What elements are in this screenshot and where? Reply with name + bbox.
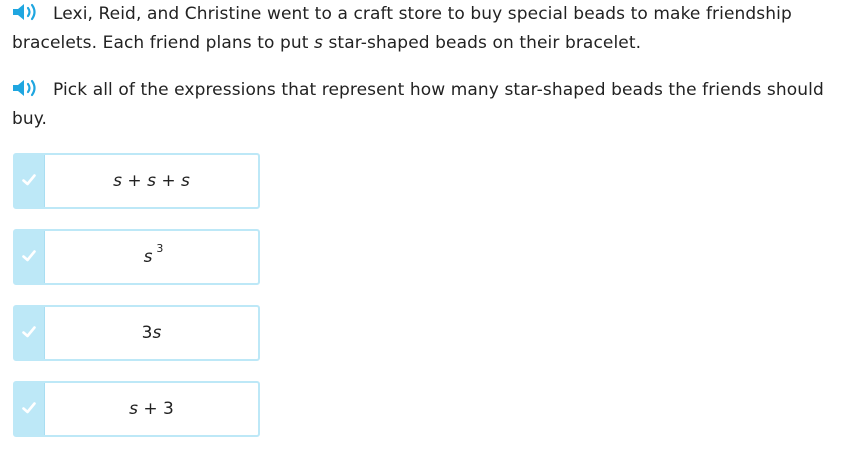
intro-variable: s: [314, 33, 323, 53]
checkmark-icon: [22, 326, 36, 338]
expr-var: s: [147, 171, 156, 191]
choice-label: s3: [45, 231, 258, 283]
choice-s-plus-s-plus-s[interactable]: s + s + s: [13, 153, 260, 209]
checkbox[interactable]: [15, 231, 45, 283]
expr-var: s: [180, 171, 190, 191]
speaker-icon[interactable]: [12, 78, 44, 98]
choice-s-cubed[interactable]: s3: [13, 229, 260, 285]
choice-label: 3s: [45, 307, 258, 359]
choice-s-plus-3[interactable]: s + 3: [13, 381, 260, 437]
choice-3s[interactable]: 3s: [13, 305, 260, 361]
choice-label: s + 3: [45, 383, 258, 435]
expr-op: +: [155, 171, 181, 191]
intro-text-part2: star-shaped beads on their bracelet.: [322, 33, 642, 53]
checkbox[interactable]: [15, 383, 45, 435]
question-prompt: Pick all of the expressions that represe…: [12, 76, 862, 134]
expr-var: s: [113, 171, 122, 191]
expr-coefficient: 3: [141, 323, 153, 343]
checkmark-icon: [22, 174, 36, 186]
choice-label: s + s + s: [45, 155, 258, 207]
expr-base: s: [143, 247, 153, 267]
checkmark-icon: [22, 402, 36, 414]
checkmark-icon: [22, 250, 36, 262]
expr-var: s: [152, 323, 162, 343]
checkbox[interactable]: [15, 307, 45, 359]
expr-exponent: 3: [156, 242, 164, 255]
prompt-text: Pick all of the expressions that represe…: [12, 80, 824, 129]
expr-const: 3: [163, 399, 174, 419]
expr-var: s: [129, 399, 138, 419]
expr-op: +: [137, 399, 164, 419]
speaker-icon[interactable]: [12, 2, 44, 22]
question-intro: Lexi, Reid, and Christine went to a craf…: [12, 0, 862, 58]
expr-op: +: [122, 171, 148, 191]
checkbox[interactable]: [15, 155, 45, 207]
